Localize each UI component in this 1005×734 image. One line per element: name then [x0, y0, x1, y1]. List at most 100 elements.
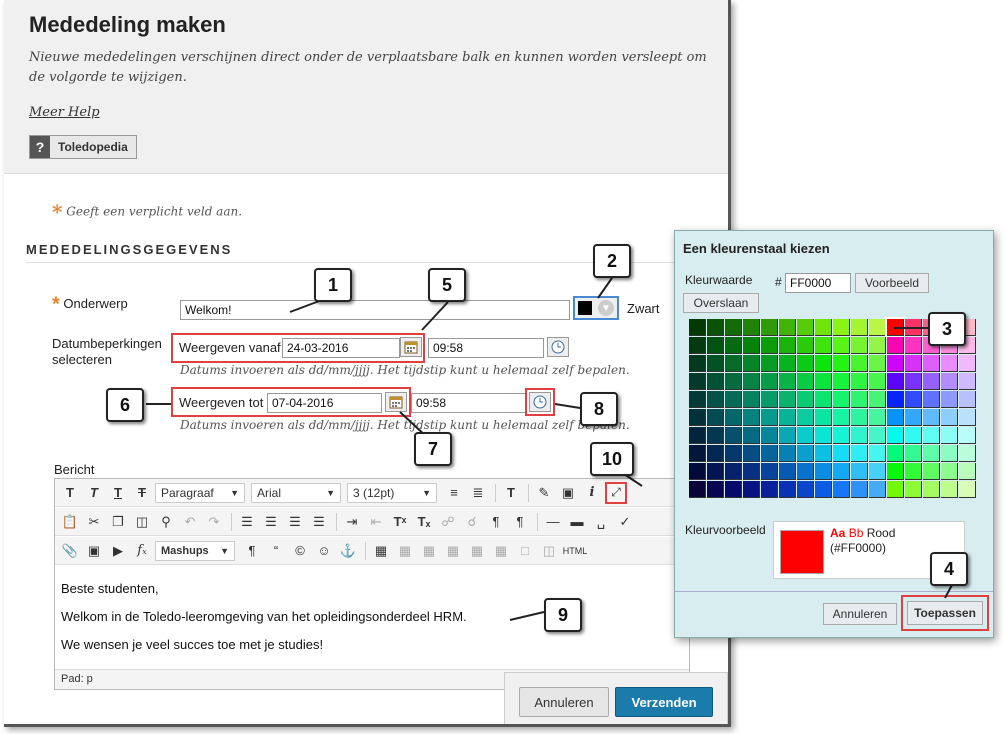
table-icon[interactable]: ▦ [370, 540, 392, 562]
cancel-button[interactable]: Annuleren [519, 687, 609, 717]
color-swatch[interactable] [905, 409, 922, 426]
color-swatch[interactable] [887, 337, 904, 354]
color-swatch[interactable] [959, 355, 976, 372]
indent-icon[interactable]: ⇥ [341, 511, 363, 533]
align-right-icon[interactable]: ☰ [284, 511, 306, 533]
color-swatch[interactable] [851, 463, 868, 480]
color-swatch[interactable] [707, 481, 724, 498]
table-merge-icon[interactable]: ▦ [466, 540, 488, 562]
clock-icon[interactable] [529, 392, 551, 412]
color-swatch[interactable] [905, 463, 922, 480]
color-swatch[interactable] [779, 481, 796, 498]
color-swatch[interactable] [833, 427, 850, 444]
color-swatch[interactable] [797, 427, 814, 444]
horizontal-rule-icon[interactable]: — [542, 511, 564, 533]
color-swatch[interactable] [761, 409, 778, 426]
color-swatch[interactable] [833, 409, 850, 426]
color-swatch[interactable] [707, 427, 724, 444]
color-swatch[interactable] [869, 391, 886, 408]
paragraph-select[interactable]: Paragraaf ▼ [155, 482, 245, 503]
color-swatch[interactable] [761, 481, 778, 498]
color-swatch[interactable] [905, 319, 922, 336]
color-swatch[interactable] [887, 445, 904, 462]
color-swatch[interactable] [851, 373, 868, 390]
bullet-list-icon[interactable]: ≡ [443, 482, 465, 504]
color-swatch[interactable] [725, 481, 742, 498]
color-swatch[interactable] [689, 445, 706, 462]
color-swatch[interactable] [833, 373, 850, 390]
preview-monitor-icon[interactable]: ▣ [557, 482, 579, 504]
color-swatch[interactable] [815, 355, 832, 372]
color-swatch[interactable] [869, 337, 886, 354]
color-swatch[interactable] [707, 355, 724, 372]
italic-icon[interactable]: T [83, 482, 105, 504]
pilcrow-icon[interactable]: ¶ [241, 540, 263, 562]
color-swatch[interactable] [815, 463, 832, 480]
calendar-icon[interactable] [400, 337, 422, 357]
find-icon[interactable]: ⚲ [155, 511, 177, 533]
color-swatch[interactable] [887, 409, 904, 426]
table-col-icon[interactable]: ▦ [418, 540, 440, 562]
color-swatch[interactable] [905, 445, 922, 462]
table-cell-icon[interactable]: ▦ [442, 540, 464, 562]
color-swatch[interactable] [887, 373, 904, 390]
color-swatch[interactable] [743, 355, 760, 372]
color-swatch[interactable] [833, 319, 850, 336]
image-icon[interactable]: ▣ [83, 540, 105, 562]
color-swatch[interactable] [851, 427, 868, 444]
more-help-link[interactable]: Meer Help [29, 105, 100, 120]
table-split-icon[interactable]: ▦ [490, 540, 512, 562]
color-swatch[interactable] [797, 391, 814, 408]
picker-cancel-button[interactable]: Annuleren [823, 603, 897, 625]
color-swatch[interactable] [689, 373, 706, 390]
color-swatch[interactable] [887, 481, 904, 498]
color-swatch[interactable] [885, 317, 906, 338]
color-swatch[interactable] [707, 319, 724, 336]
color-swatch[interactable] [689, 427, 706, 444]
color-swatch[interactable] [941, 373, 958, 390]
color-swatch[interactable] [815, 409, 832, 426]
color-swatch[interactable] [959, 463, 976, 480]
subscript-icon[interactable]: Tₓ [413, 511, 435, 533]
color-swatch[interactable] [725, 463, 742, 480]
clock-icon[interactable] [547, 337, 569, 357]
display-from-time-input[interactable]: 09:58 [428, 338, 544, 358]
color-swatch[interactable] [779, 319, 796, 336]
attachment-icon[interactable]: 📎 [59, 540, 81, 562]
info-icon[interactable]: i [581, 482, 603, 504]
nonbreaking-space-icon[interactable]: ␣ [590, 511, 612, 533]
color-swatch[interactable] [761, 427, 778, 444]
color-swatch[interactable] [779, 337, 796, 354]
color-swatch[interactable] [851, 409, 868, 426]
color-swatch[interactable] [743, 463, 760, 480]
bold-icon[interactable]: T [59, 482, 81, 504]
cut-icon[interactable]: ✂ [83, 511, 105, 533]
color-swatch[interactable] [761, 391, 778, 408]
color-swatch[interactable] [833, 463, 850, 480]
copy-icon[interactable]: ❐ [107, 511, 129, 533]
anchor-icon[interactable]: ⚓ [337, 540, 359, 562]
color-swatch[interactable] [959, 445, 976, 462]
color-swatch[interactable] [851, 319, 868, 336]
color-swatch[interactable] [815, 319, 832, 336]
color-swatch[interactable] [797, 409, 814, 426]
color-swatch[interactable] [869, 409, 886, 426]
undo-icon[interactable]: ↶ [179, 511, 201, 533]
color-swatch[interactable] [743, 481, 760, 498]
color-swatch[interactable] [815, 337, 832, 354]
color-swatch[interactable] [923, 463, 940, 480]
color-swatch[interactable] [725, 355, 742, 372]
color-swatch[interactable] [689, 463, 706, 480]
calendar-icon[interactable] [385, 392, 407, 412]
rtl-icon[interactable]: ¶ [509, 511, 531, 533]
color-swatch[interactable] [779, 355, 796, 372]
quote-icon[interactable]: “ [265, 540, 287, 562]
color-swatch[interactable] [761, 463, 778, 480]
color-swatch[interactable] [761, 319, 778, 336]
color-swatch[interactable] [797, 463, 814, 480]
color-swatch[interactable] [743, 337, 760, 354]
color-swatch[interactable] [923, 409, 940, 426]
color-swatch[interactable] [725, 391, 742, 408]
display-until-time-input[interactable]: 09:58 [411, 393, 527, 413]
color-swatch[interactable] [923, 355, 940, 372]
